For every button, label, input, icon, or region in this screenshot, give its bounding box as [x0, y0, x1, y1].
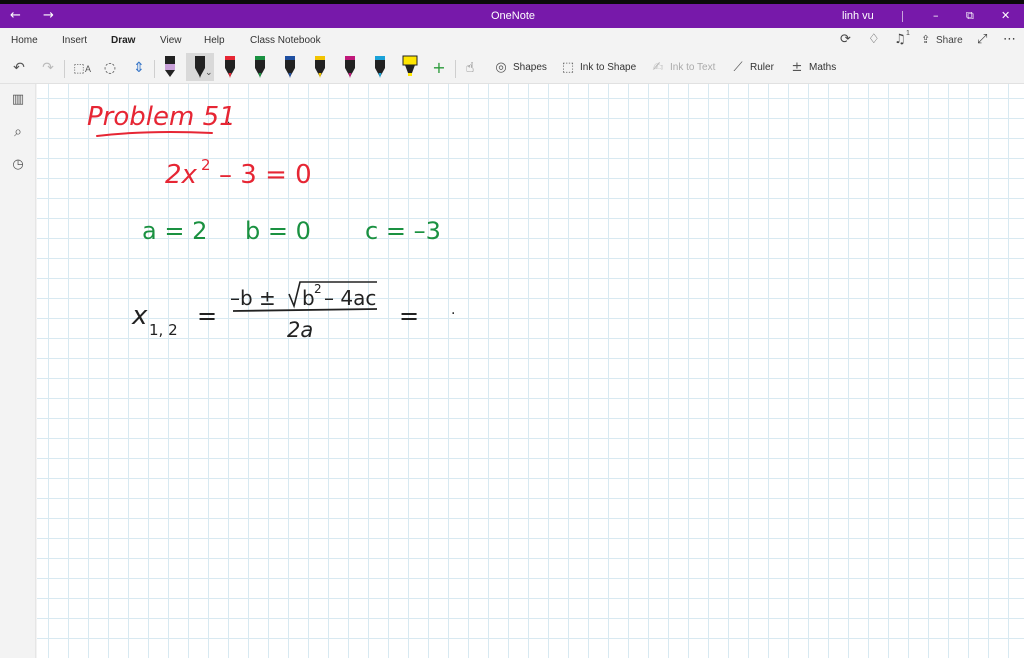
search-icon[interactable]: ⌕ [10, 124, 26, 140]
radicand-rest: – 4ac [324, 286, 376, 310]
restore-icon[interactable]: ⧉ [966, 4, 974, 28]
pen-icon[interactable] [250, 53, 270, 81]
equation-exponent: 2 [201, 156, 211, 174]
note-canvas[interactable]: Problem 51 · 2x 2 – 3 = 0 a = 2 b = 0 c … [37, 84, 1024, 658]
formula-dot: · [451, 306, 455, 322]
onenote-window: ← → OneNote linh vu – ⧉ ✕ Home Insert Dr… [0, 0, 1024, 658]
pen-icon[interactable] [220, 53, 240, 81]
tab-home[interactable]: Home [11, 35, 38, 49]
problem-heading: Problem 51 [87, 102, 236, 132]
ink-to-text-button[interactable]: ✍ Ink to Text [650, 59, 716, 77]
equation-rhs: – 3 = 0 [219, 160, 312, 190]
maths-icon: ± [791, 60, 803, 75]
ink-to-text-icon: ✍ [652, 60, 664, 75]
formula-subscript: 1, 2 [149, 321, 178, 339]
share-button[interactable]: Share [936, 35, 963, 46]
add-space-icon[interactable]: ⇕ [131, 60, 147, 76]
app-title: OneNote [491, 10, 536, 22]
tab-insert[interactable]: Insert [62, 35, 87, 49]
coefficient-a: a = 2 [142, 217, 207, 245]
toolbar-divider [154, 60, 155, 78]
eraser-icon[interactable]: ◌ [102, 60, 118, 76]
tab-class-notebook[interactable]: Class Notebook [250, 35, 321, 49]
lightbulb-icon[interactable]: ♢ [868, 32, 880, 47]
formula-trailing-equals: = [399, 302, 419, 330]
ink-layer: Problem 51 · 2x 2 – 3 = 0 a = 2 b = 0 c … [87, 102, 455, 342]
maths-label: Maths [809, 62, 837, 73]
close-icon[interactable]: ✕ [1001, 4, 1010, 28]
equation-lhs: 2x [165, 160, 198, 190]
formula-variable: x [131, 301, 148, 331]
minimize-icon[interactable]: – [933, 4, 939, 28]
draw-toolbar: ↶ ↷ ⬚ A ◌ ⇕ ⌄ + ☝ ◎ Shapes ⬚ Ink to Shap… [0, 52, 1024, 84]
recent-icon[interactable]: ◷ [10, 157, 26, 173]
navigation-rail: ▥ ⌕ ◷ [0, 84, 36, 658]
touch-draw-icon[interactable]: ☝ [462, 60, 478, 76]
formula-denominator: 2a [287, 318, 313, 342]
tab-view[interactable]: View [160, 35, 182, 49]
pen-icon[interactable] [310, 53, 330, 81]
tab-help[interactable]: Help [204, 35, 225, 49]
radicand-exponent: 2 [314, 282, 322, 296]
redo-icon[interactable]: ↷ [40, 60, 56, 76]
coefficient-b: b = 0 [245, 217, 311, 245]
sync-icon[interactable]: ⟳ [840, 32, 851, 47]
chevron-down-icon[interactable]: ⌄ [205, 67, 213, 78]
more-icon[interactable]: ⋯ [1003, 32, 1016, 47]
shapes-button[interactable]: ◎ Shapes [493, 59, 547, 77]
coefficient-c: c = –3 [365, 217, 441, 245]
undo-icon[interactable]: ↶ [11, 60, 27, 76]
bell-icon[interactable]: ♫ [894, 32, 906, 47]
title-divider [902, 11, 903, 22]
forward-arrow-icon[interactable]: → [43, 4, 54, 28]
pencil-icon[interactable] [160, 53, 180, 81]
ruler-icon: ⟋ [733, 60, 743, 75]
formula-numerator: –b ± [230, 286, 276, 310]
user-name[interactable]: linh vu [842, 4, 874, 28]
radicand-base: b [302, 286, 315, 310]
title-bar: ← → OneNote linh vu – ⧉ ✕ [0, 4, 1024, 28]
ink-to-shape-label: Ink to Shape [580, 62, 637, 73]
ink-to-text-label: Ink to Text [670, 62, 716, 73]
toolbar-divider [64, 60, 65, 78]
pen-icon[interactable] [340, 53, 360, 81]
ink-to-shape-icon: ⬚ [561, 60, 575, 75]
ruler-button[interactable]: ⟋ Ruler [730, 59, 774, 77]
lasso-text-glyph: A [84, 64, 91, 74]
notification-count: 1 [906, 30, 910, 37]
ribbon-tabs: Home Insert Draw View Help Class Noteboo… [0, 28, 1024, 54]
heading-mark: · [227, 118, 230, 129]
maths-button[interactable]: ± Maths [789, 59, 837, 77]
formula-equals: = [197, 302, 217, 330]
expand-icon[interactable]: ⤢ [977, 32, 987, 47]
pen-icon[interactable] [280, 53, 300, 81]
back-arrow-icon[interactable]: ← [10, 4, 21, 28]
shapes-label: Shapes [513, 62, 547, 73]
share-icon[interactable]: ⇪ [921, 33, 930, 46]
shapes-icon: ◎ [495, 60, 507, 75]
notebooks-icon[interactable]: ▥ [10, 92, 26, 108]
ink-to-shape-button[interactable]: ⬚ Ink to Shape [560, 59, 636, 77]
ruler-label: Ruler [750, 62, 774, 73]
heading-underline [96, 131, 213, 137]
toolbar-divider [455, 60, 456, 78]
highlighter-icon[interactable] [400, 53, 420, 81]
pen-icon[interactable]: ⌄ [186, 53, 214, 81]
add-pen-icon[interactable]: + [431, 60, 447, 76]
tab-draw[interactable]: Draw [111, 35, 136, 54]
pen-icon[interactable] [370, 53, 390, 81]
